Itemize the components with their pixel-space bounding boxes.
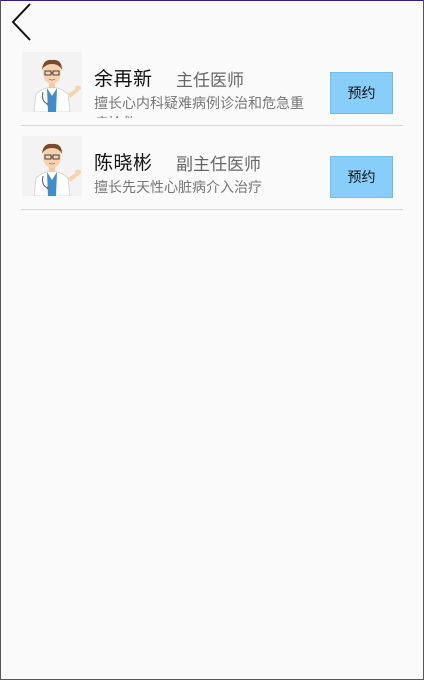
doctor-name: 陈晓彬 (94, 152, 153, 174)
doctor-row[interactable]: 余再新 主任医师 擅长心内科疑难病例诊治和危急重症抢救 预约 (21, 50, 403, 126)
doctor-specialty: 擅长心内科疑难病例诊治和危急重症抢救 (94, 96, 304, 118)
book-appointment-button[interactable]: 预约 (330, 156, 393, 198)
doctor-title: 主任医师 (176, 71, 244, 91)
chevron-left-icon (11, 3, 31, 41)
doctor-avatar-icon (22, 136, 82, 196)
doctor-avatar-icon (22, 52, 82, 112)
doctor-name: 余再新 (94, 68, 153, 90)
doctor-specialty: 擅长先天性心脏病介入治疗 (94, 180, 262, 196)
back-button[interactable] (6, 2, 42, 42)
doctor-title: 副主任医师 (176, 155, 261, 175)
book-appointment-button[interactable]: 预约 (330, 72, 393, 114)
doctor-row[interactable]: 陈晓彬 副主任医师 擅长先天性心脏病介入治疗 预约 (21, 134, 403, 210)
doctor-list: 余再新 主任医师 擅长心内科疑难病例诊治和危急重症抢救 预约 (21, 50, 403, 210)
